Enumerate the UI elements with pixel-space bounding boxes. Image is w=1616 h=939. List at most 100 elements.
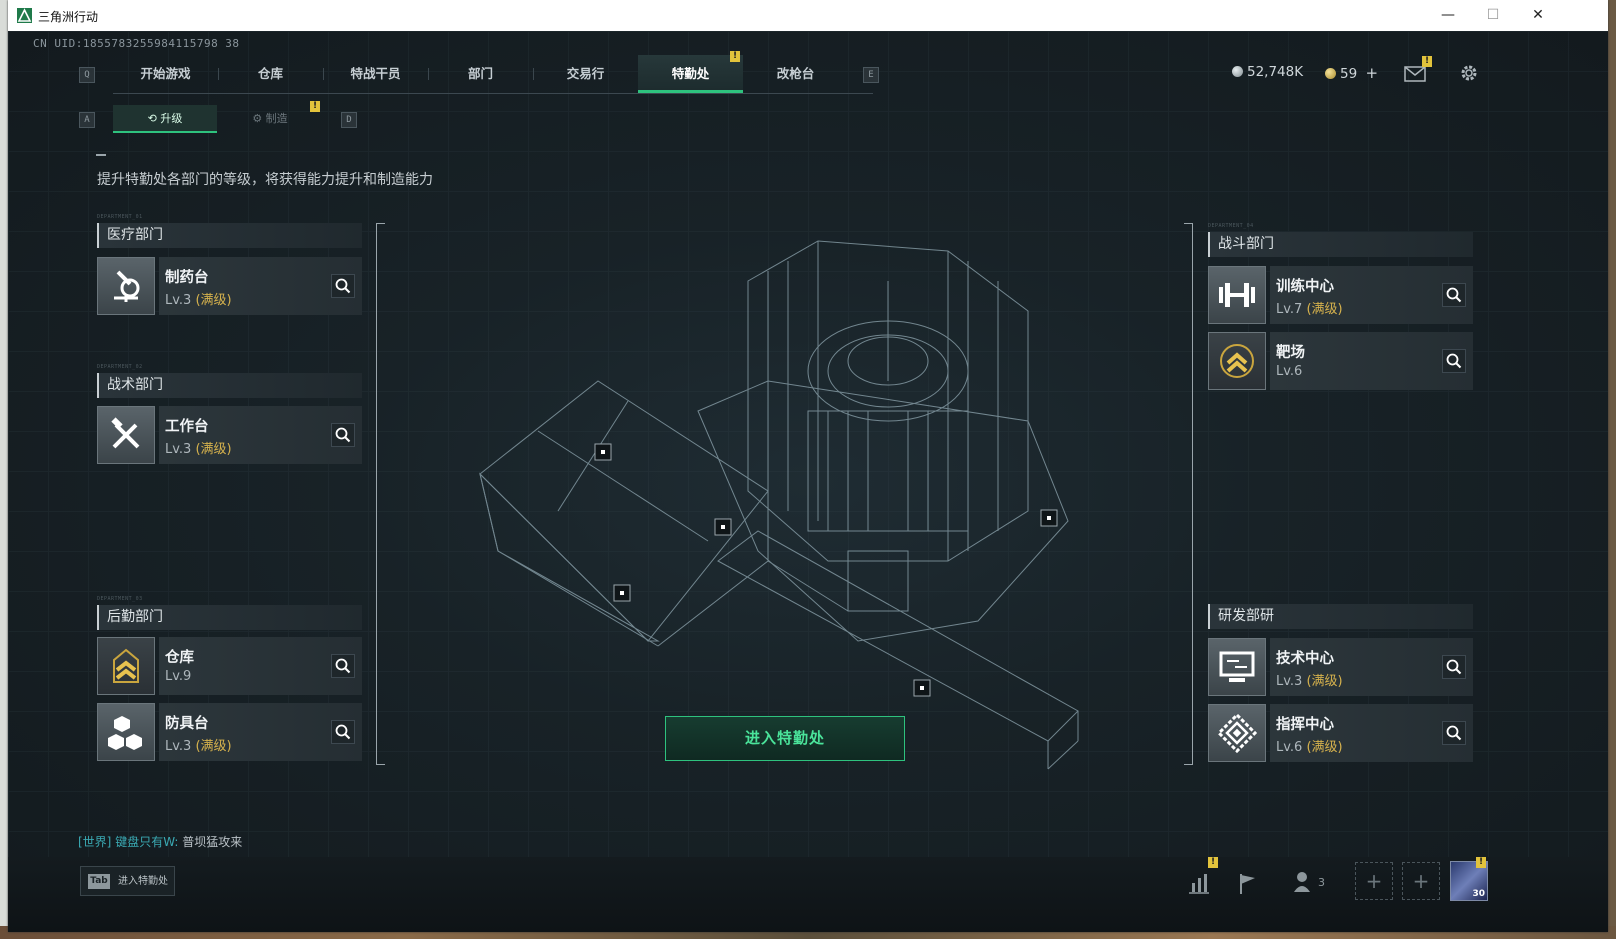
hotspot-markers <box>594 443 1058 697</box>
dept-tactical-title: 战术部门 <box>97 373 362 398</box>
tab-gunsmith[interactable]: 改枪台 <box>743 55 848 93</box>
facility-name: 工作台 <box>165 419 209 435</box>
facility-info: 仓库 Lv.9 <box>159 637 362 695</box>
invite-slot-1[interactable]: + <box>1355 862 1393 900</box>
level-value: Lv.6 <box>1276 364 1303 379</box>
facility-name: 仓库 <box>165 650 194 666</box>
close-button[interactable]: ✕ <box>1516 4 1560 26</box>
facility-card-workbench[interactable]: 工作台 Lv.3 (满级) <box>97 406 362 464</box>
gold-coin-icon <box>1325 68 1336 79</box>
points-balance[interactable]: 59 + <box>1325 64 1378 82</box>
mail-badge: ! <box>1422 56 1432 67</box>
dept-medical-title: 医疗部门 <box>97 223 362 248</box>
world-chat-line[interactable]: [世界] 键盘只有W: 普坝猛攻来 <box>78 833 242 850</box>
maximize-button[interactable]: ☐ <box>1471 4 1515 26</box>
tab-operators[interactable]: 特战干员 <box>323 55 428 93</box>
nav-prev-key[interactable]: Q <box>79 67 95 83</box>
facility-card-tech-center[interactable]: 技术中心 Lv.3 (满级) <box>1208 638 1473 696</box>
subtab-next-key[interactable]: D <box>341 112 357 128</box>
facility-card-warehouse[interactable]: 仓库 Lv.9 <box>97 637 362 695</box>
base-wireframe-model[interactable] <box>468 221 1088 781</box>
search-button[interactable] <box>1442 283 1466 307</box>
dept-logistics-title: 后勤部门 <box>97 605 362 630</box>
facility-card-command-center[interactable]: 指挥中心 Lv.6 (满级) <box>1208 704 1473 762</box>
tab-start-game[interactable]: 开始游戏 <box>113 55 218 93</box>
search-icon <box>335 278 351 294</box>
avatar-badge: ! <box>1476 857 1486 868</box>
settings-gear-icon[interactable] <box>1459 63 1479 83</box>
dept-code: DEPARTMENT_03 <box>97 596 143 602</box>
invite-slot-2[interactable]: + <box>1402 862 1440 900</box>
right-bracket <box>1184 223 1193 765</box>
target-chevron-icon <box>1208 332 1266 390</box>
craft-alert-badge: ! <box>310 101 320 112</box>
facility-level: Lv.6 <box>1276 364 1302 379</box>
app-logo-icon <box>17 8 32 23</box>
search-button[interactable] <box>331 274 355 298</box>
facility-name: 指挥中心 <box>1276 717 1334 733</box>
tab-special-ops[interactable]: 特勤处 <box>638 55 743 93</box>
facility-level: Lv.3 (满级) <box>165 735 232 754</box>
enter-special-ops-hotkey[interactable]: Tab 进入特勤处 <box>80 866 175 896</box>
search-button[interactable] <box>331 423 355 447</box>
minimize-button[interactable]: — <box>1426 4 1470 26</box>
upgrade-icon: ⟲ <box>147 112 161 125</box>
mail-icon[interactable] <box>1404 66 1426 82</box>
chat-username[interactable]: 键盘只有W: <box>115 835 178 849</box>
left-bracket <box>376 223 385 765</box>
squad-members[interactable]: 3 <box>1292 868 1342 898</box>
tab-trading[interactable]: 交易行 <box>533 55 638 93</box>
level-value: Lv.3 <box>1276 674 1303 689</box>
desc-tick <box>96 154 106 156</box>
subtab-upgrade[interactable]: ⟲ 升级 <box>113 105 217 133</box>
search-icon <box>335 658 351 674</box>
level-value: Lv.7 <box>1276 302 1303 317</box>
dept-code: DEPARTMENT_02 <box>97 364 143 370</box>
search-button[interactable] <box>331 720 355 744</box>
title-bar: 三角洲行动 — ☐ ✕ <box>8 0 1608 31</box>
facility-info: 防具台 Lv.3 (满级) <box>159 703 362 761</box>
stats-chart-icon[interactable] <box>1184 868 1214 898</box>
facility-level: Lv.6 (满级) <box>1276 736 1343 755</box>
tab-department[interactable]: 部门 <box>428 55 533 93</box>
search-button[interactable] <box>1442 349 1466 373</box>
monitor-icon <box>1208 638 1266 696</box>
enter-special-ops-button[interactable]: 进入特勤处 <box>665 716 905 761</box>
window-title: 三角洲行动 <box>38 10 99 24</box>
max-level-tag: (满级) <box>195 739 232 754</box>
main-nav: 开始游戏 仓库 特战干员 部门 交易行 特勤处 改枪台 <box>113 55 873 94</box>
squad-count: 3 <box>1318 876 1325 889</box>
game-viewport: CN UID:1855783255984115798 38 Q 开始游戏 仓库 … <box>8 31 1608 932</box>
coin-icon <box>1232 66 1243 77</box>
flag-icon[interactable] <box>1232 868 1262 898</box>
facility-card-shooting-range[interactable]: 靶场 Lv.6 <box>1208 332 1473 390</box>
facility-info: 训练中心 Lv.7 (满级) <box>1270 266 1473 324</box>
game-window: 三角洲行动 — ☐ ✕ CN UID:1855783255984115798 3… <box>8 0 1608 932</box>
diamond-emblem-icon <box>1208 704 1266 762</box>
search-icon <box>1446 725 1462 741</box>
dept-research-title: 研发部研 <box>1208 604 1473 629</box>
subtab-craft[interactable]: ⚙ 制造 <box>218 105 322 133</box>
search-button[interactable] <box>331 654 355 678</box>
subtab-prev-key[interactable]: A <box>79 112 95 128</box>
points-amount: 59 <box>1340 66 1358 82</box>
dept-code: DEPARTMENT_01 <box>97 214 143 220</box>
search-button[interactable] <box>1442 721 1466 745</box>
tab-warehouse[interactable]: 仓库 <box>218 55 323 93</box>
facility-name: 靶场 <box>1276 345 1305 361</box>
coin-balance[interactable]: 52,748K <box>1232 64 1303 80</box>
tools-icon <box>97 406 155 464</box>
squad-icon <box>1294 872 1310 892</box>
search-icon <box>335 427 351 443</box>
search-icon <box>1446 287 1462 303</box>
facility-card-pharmacy[interactable]: 制药台 Lv.3 (满级) <box>97 257 362 315</box>
max-level-tag: (满级) <box>195 442 232 457</box>
facility-card-training-center[interactable]: 训练中心 Lv.7 (满级) <box>1208 266 1473 324</box>
max-level-tag: (满级) <box>1306 674 1343 689</box>
page-description: 提升特勤处各部门的等级，将获得能力提升和制造能力 <box>97 172 433 188</box>
level-value: Lv.3 <box>165 739 192 754</box>
facility-card-armor-bench[interactable]: 防具台 Lv.3 (满级) <box>97 703 362 761</box>
add-points-button[interactable]: + <box>1365 64 1378 82</box>
search-button[interactable] <box>1442 655 1466 679</box>
nav-next-key[interactable]: E <box>863 67 879 83</box>
